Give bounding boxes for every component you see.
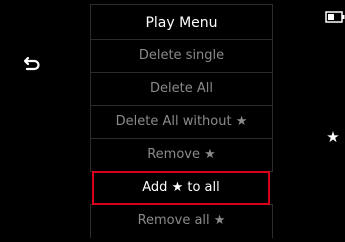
menu-item-delete-all-without-star[interactable]: Delete All without ★: [90, 105, 273, 139]
play-menu: Play Menu Delete single Delete All Delet…: [90, 4, 273, 242]
menu-item-remove-star[interactable]: Remove ★: [90, 138, 273, 172]
menu-item-delete-all[interactable]: Delete All: [90, 72, 273, 106]
menu-items: Delete single Delete All Delete All with…: [90, 39, 273, 238]
menu-item-remove-all-star[interactable]: Remove all ★: [90, 204, 273, 238]
menu-title: Play Menu: [90, 4, 273, 40]
battery-icon: [325, 8, 345, 23]
menu-item-add-star-to-all[interactable]: Add ★ to all: [92, 171, 270, 205]
menu-item-delete-single[interactable]: Delete single: [90, 39, 273, 73]
back-icon[interactable]: [22, 54, 44, 74]
camera-screen: ★ Play Menu Delete single Delete All Del…: [0, 0, 345, 242]
star-icon[interactable]: ★: [324, 128, 342, 146]
back-arrow-icon: [23, 56, 40, 71]
